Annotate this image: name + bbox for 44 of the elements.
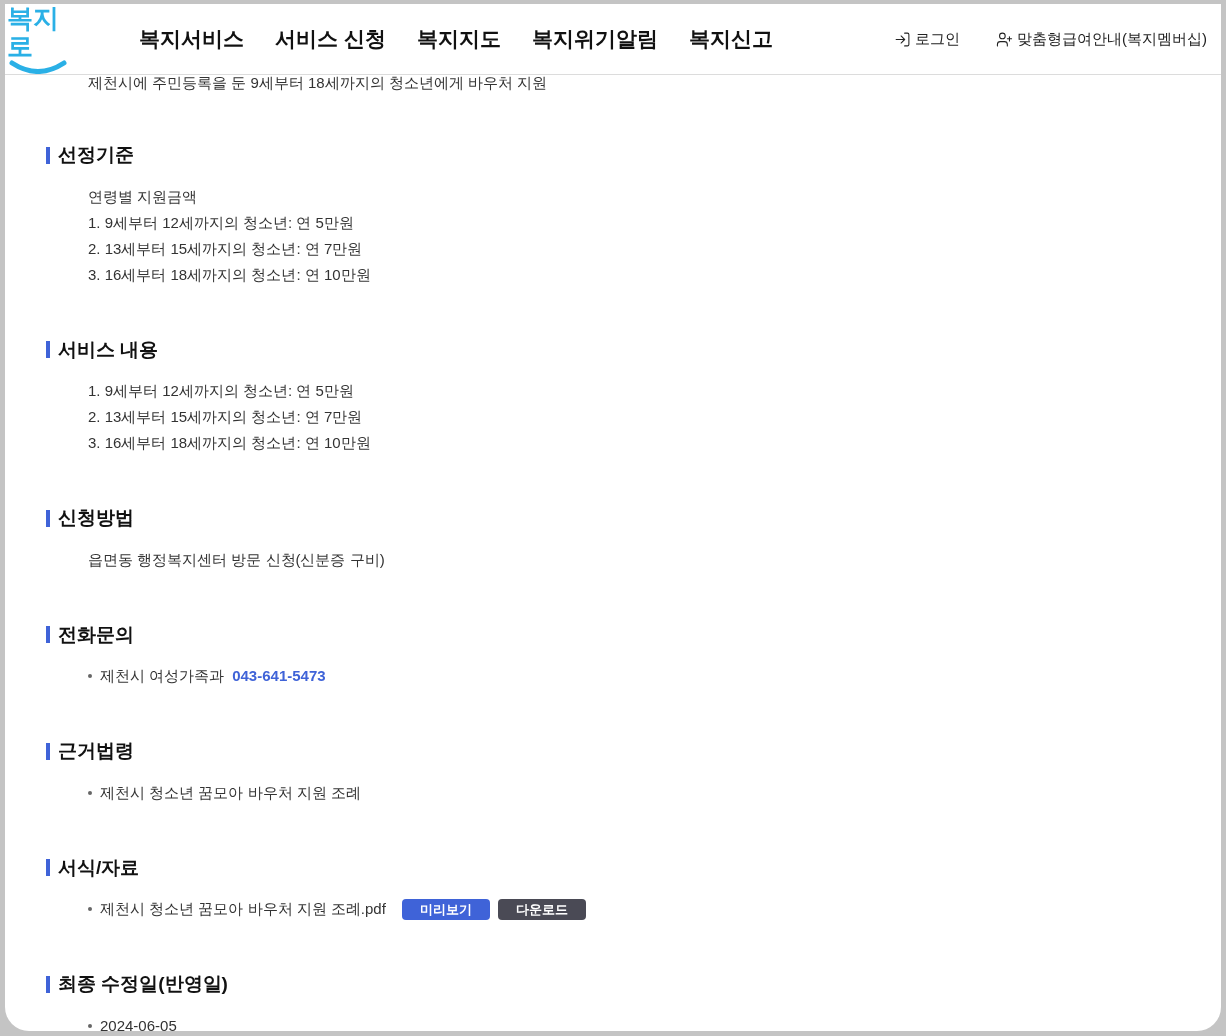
section-heading: 서비스 내용 bbox=[58, 337, 159, 362]
preview-button[interactable]: 미리보기 bbox=[401, 898, 490, 920]
login-link[interactable]: 로그인 bbox=[894, 27, 960, 51]
body-text: 연령별 지원금액 bbox=[88, 186, 198, 207]
body-text: 1. 9세부터 12세까지의 청소년: 연 5만원 bbox=[88, 212, 354, 233]
heading-marker bbox=[46, 975, 50, 993]
section-heading: 신청방법 bbox=[58, 506, 134, 530]
nav-link[interactable]: 복지지도 bbox=[416, 23, 501, 55]
heading-marker bbox=[46, 859, 50, 877]
phone-link[interactable]: 043-641-5473 bbox=[232, 663, 326, 689]
body-text: 2. 13세부터 15세까지의 청소년: 연 7만원 bbox=[88, 238, 363, 259]
heading-marker bbox=[46, 626, 50, 644]
membership-link[interactable]: 맞춤형급여안내(복지멤버십) bbox=[996, 27, 1207, 51]
smile-icon bbox=[9, 60, 67, 74]
bullet-icon bbox=[88, 907, 92, 911]
body-text: 2. 13세부터 15세까지의 청소년: 연 7만원 bbox=[88, 407, 363, 427]
body-text: 제천시 청소년 꿈모아 바우처 지원 조례.pdf bbox=[100, 899, 386, 919]
section-heading: 최종 수정일(반영일) bbox=[58, 972, 228, 996]
nav-link[interactable]: 복지서비스 bbox=[139, 23, 244, 55]
body-text: 제천시 청소년 꿈모아 바우처 지원 조례 bbox=[100, 782, 361, 803]
heading-marker bbox=[46, 341, 50, 359]
section-heading: 선정기준 bbox=[58, 143, 134, 167]
user-plus-icon bbox=[996, 30, 1013, 48]
body-text: 3. 16세부터 18세까지의 청소년: 연 10만원 bbox=[88, 264, 371, 285]
heading-marker bbox=[46, 509, 50, 527]
bullet-icon bbox=[88, 790, 92, 795]
body-text: 읍면동 행정복지센터 방문 신청(신분증 구비) bbox=[88, 549, 385, 570]
body-text: 제천시에 주민등록을 둔 9세부터 18세까지의 청소년에게 바우처 지원 bbox=[88, 75, 548, 91]
nav-link[interactable]: 서비스 신청 bbox=[275, 23, 386, 55]
bullet-icon bbox=[88, 1023, 92, 1028]
body-text: 3. 16세부터 18세까지의 청소년: 연 10만원 bbox=[88, 433, 371, 453]
body-text: 2024-06-05 bbox=[100, 1015, 177, 1031]
nav-link[interactable]: 복지신고 bbox=[688, 23, 773, 55]
section-heading: 근거법령 bbox=[58, 739, 134, 763]
download-button[interactable]: 다운로드 bbox=[497, 898, 586, 920]
body-text: 1. 9세부터 12세까지의 청소년: 연 5만원 bbox=[88, 381, 354, 401]
login-icon bbox=[894, 30, 911, 48]
heading-marker bbox=[46, 146, 50, 164]
section-heading: 전화문의 bbox=[58, 622, 134, 647]
heading-marker bbox=[46, 742, 50, 760]
body-text: 제천시 여성가족과 bbox=[100, 666, 225, 686]
bullet-icon bbox=[88, 674, 92, 678]
section-heading: 서식/자료 bbox=[58, 855, 140, 880]
nav-link[interactable]: 복지위기알림 bbox=[531, 23, 658, 55]
